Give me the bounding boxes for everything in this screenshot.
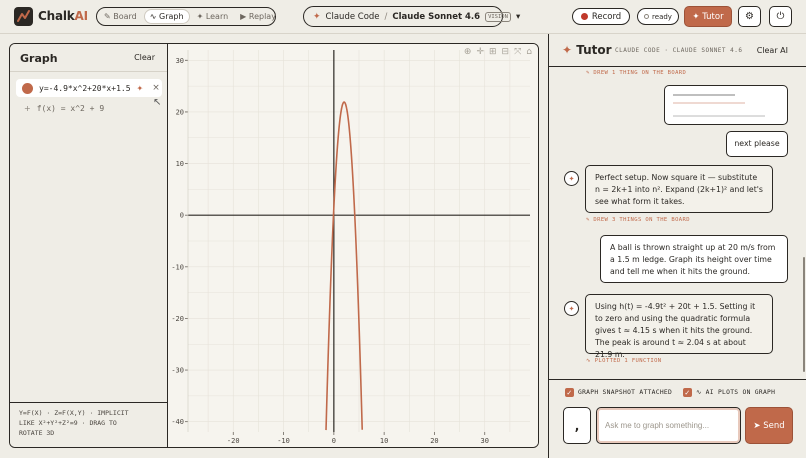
top-bar: ChalkAI ✎ Board ∿ Graph ✦ Learn ▶ Replay… bbox=[0, 0, 806, 34]
settings-button[interactable]: ⚙ bbox=[738, 6, 761, 27]
function-row[interactable]: y=-4.9*x^2+20*x+1.5 ✦ × bbox=[16, 79, 162, 97]
model-selector[interactable]: ✦ Claude Code / Claude Sonnet 4.6 VISION… bbox=[303, 6, 520, 27]
plot-area[interactable]: -20 -10 0 10 20 30 30 20 10 0 -10 -20 -30 -40 ⊕ ✛ ⊞ ⊟… bbox=[168, 44, 538, 447]
function-plot[interactable]: -20 -10 0 10 20 30 30 20 10 0 -10 -20 -30 -40 bbox=[168, 44, 538, 446]
user-message: next please bbox=[726, 131, 788, 157]
pan-icon[interactable]: ✛ bbox=[476, 47, 484, 57]
chat-history[interactable]: ✎ DREW 1 THING ON THE BOARD next please … bbox=[549, 67, 801, 379]
x-tick-label: 10 bbox=[380, 437, 388, 445]
mouse-cursor-icon: ↖ bbox=[153, 97, 162, 108]
tutor-message: Using h(t) = -4.9t² + 20t + 1.5. Setting… bbox=[585, 294, 773, 359]
ai-plots-toggle[interactable]: ✓ ∿ AI PLOTS ON GRAPH bbox=[683, 388, 775, 397]
sparkle-icon: ✦ bbox=[313, 11, 321, 22]
function-list-panel: Graph Clear y=-4.9*x^2+20*x+1.5 ✦ × + f(… bbox=[10, 44, 168, 447]
sparkle-icon: ✦ bbox=[196, 12, 204, 21]
user-message: A ball is thrown straight up at 20 m/s f… bbox=[600, 235, 788, 283]
chevron-down-icon: ▾ bbox=[515, 11, 521, 22]
voice-input-button[interactable]: , bbox=[563, 407, 591, 444]
chat-scrollbar[interactable] bbox=[801, 67, 806, 379]
zoom-in-icon[interactable]: ⊞ bbox=[489, 47, 497, 57]
checkbox-checked-icon[interactable]: ✓ bbox=[683, 388, 692, 397]
plot-toolbar: ⊕ ✛ ⊞ ⊟ ⤧ ⌂ bbox=[464, 47, 532, 57]
plus-icon: + bbox=[24, 104, 31, 113]
home-icon[interactable]: ⌂ bbox=[526, 47, 532, 57]
tutor-subtitle: CLAUDE CODE · CLAUDE SONNET 4.6 bbox=[615, 47, 743, 54]
autoscale-icon[interactable]: ⤧ bbox=[514, 47, 521, 57]
checkbox-checked-icon[interactable]: ✓ bbox=[565, 388, 574, 397]
tutor-message: Perfect setup. Now square it — substitut… bbox=[585, 165, 773, 213]
x-tick-label: 0 bbox=[332, 437, 336, 445]
power-icon: ⏻ bbox=[776, 11, 785, 22]
y-tick-label: -20 bbox=[171, 315, 184, 323]
gear-icon: ⚙ bbox=[745, 11, 754, 22]
add-function-placeholder: f(x) = x^2 + 9 bbox=[36, 104, 105, 113]
tutor-toggle-button[interactable]: ✦ Tutor bbox=[684, 6, 732, 27]
chat-composer: ✓ GRAPH SNAPSHOT ATTACHED ✓ ∿ AI PLOTS O… bbox=[549, 379, 806, 458]
y-tick-label: -40 bbox=[171, 418, 184, 426]
x-tick-label: -10 bbox=[277, 437, 290, 445]
app-name: ChalkAI bbox=[38, 9, 88, 23]
mode-tab-board[interactable]: ✎ Board bbox=[99, 10, 142, 23]
y-tick-label: 20 bbox=[176, 108, 184, 116]
y-tick-label: 0 bbox=[180, 212, 184, 220]
provider-name: Claude Code bbox=[325, 11, 380, 22]
tutor-title: ✦ Tutor bbox=[562, 43, 612, 57]
tutor-avatar-icon: ✦ bbox=[564, 171, 579, 186]
send-button[interactable]: ➤ Send bbox=[745, 407, 793, 444]
y-tick-label: -10 bbox=[171, 263, 184, 271]
model-name: Claude Sonnet 4.6 bbox=[392, 11, 481, 22]
chalkai-logo-icon bbox=[14, 7, 33, 26]
close-icon[interactable]: × bbox=[152, 83, 160, 93]
tutor-header: ✦ Tutor CLAUDE CODE · CLAUDE SONNET 4.6 … bbox=[549, 34, 806, 67]
mode-switcher: ✎ Board ∿ Graph ✦ Learn ▶ Replay bbox=[96, 7, 276, 26]
x-tick-label: 20 bbox=[430, 437, 438, 445]
power-button[interactable]: ⏻ bbox=[769, 6, 792, 27]
board-sketch-image bbox=[673, 94, 765, 117]
graph-panel: Graph Clear y=-4.9*x^2+20*x+1.5 ✦ × + f(… bbox=[9, 43, 539, 448]
board-snapshot-thumbnail[interactable] bbox=[664, 85, 788, 125]
plot-action-note: ∿ PLOTTED 1 FUNCTION bbox=[586, 358, 662, 364]
y-tick-label: -30 bbox=[171, 367, 184, 375]
mode-tab-graph[interactable]: ∿ Graph bbox=[143, 9, 190, 24]
tutor-panel: ✦ Tutor CLAUDE CODE · CLAUDE SONNET 4.6 … bbox=[548, 34, 806, 458]
pencil-icon: ✎ bbox=[104, 12, 111, 21]
sparkle-icon[interactable]: ✦ bbox=[137, 84, 144, 93]
mode-tab-replay[interactable]: ▶ Replay bbox=[235, 10, 281, 23]
x-tick-label: -20 bbox=[227, 437, 240, 445]
divider bbox=[10, 71, 167, 72]
graph-help-text: Y=F(X) · Z=F(X,Y) · IMPLICIT LIKE X²+Y²+… bbox=[10, 402, 167, 443]
zoom-icon[interactable]: ⊕ bbox=[464, 47, 472, 57]
y-tick-label: 10 bbox=[176, 160, 184, 168]
function-expression[interactable]: y=-4.9*x^2+20*x+1.5 bbox=[39, 84, 131, 93]
separator: / bbox=[384, 11, 388, 22]
board-action-note: ✎ DREW 3 THINGS ON THE BOARD bbox=[586, 217, 690, 223]
x-tick-label: 30 bbox=[481, 437, 489, 445]
record-dot-icon bbox=[580, 13, 588, 20]
sparkle-icon: ✦ bbox=[562, 43, 573, 57]
zoom-out-icon[interactable]: ⊟ bbox=[502, 47, 510, 57]
panel-title: Graph bbox=[20, 52, 58, 65]
ask-input[interactable] bbox=[597, 408, 740, 443]
status-badge: ready bbox=[637, 8, 679, 25]
clear-ai-button[interactable]: Clear AI bbox=[757, 46, 788, 55]
function-curve bbox=[325, 101, 364, 431]
board-action-note: ✎ DREW 1 THING ON THE BOARD bbox=[586, 70, 687, 76]
record-button[interactable]: Record bbox=[572, 8, 630, 25]
snapshot-toggle[interactable]: ✓ GRAPH SNAPSHOT ATTACHED bbox=[565, 388, 672, 397]
ask-input-wrapper bbox=[596, 407, 741, 444]
color-swatch[interactable] bbox=[22, 82, 33, 94]
scroll-thumb[interactable] bbox=[803, 257, 805, 372]
add-function-input[interactable]: + f(x) = x^2 + 9 bbox=[24, 104, 104, 113]
play-icon: ▶ bbox=[240, 12, 247, 21]
mode-tab-learn[interactable]: ✦ Learn bbox=[192, 10, 234, 23]
y-tick-label: 30 bbox=[176, 57, 184, 65]
vision-badge: VISION bbox=[485, 11, 511, 22]
clear-functions-button[interactable]: Clear bbox=[134, 53, 155, 62]
status-dot-icon bbox=[644, 14, 650, 19]
wave-icon: ∿ bbox=[149, 12, 157, 21]
tutor-avatar-icon: ✦ bbox=[564, 301, 579, 316]
